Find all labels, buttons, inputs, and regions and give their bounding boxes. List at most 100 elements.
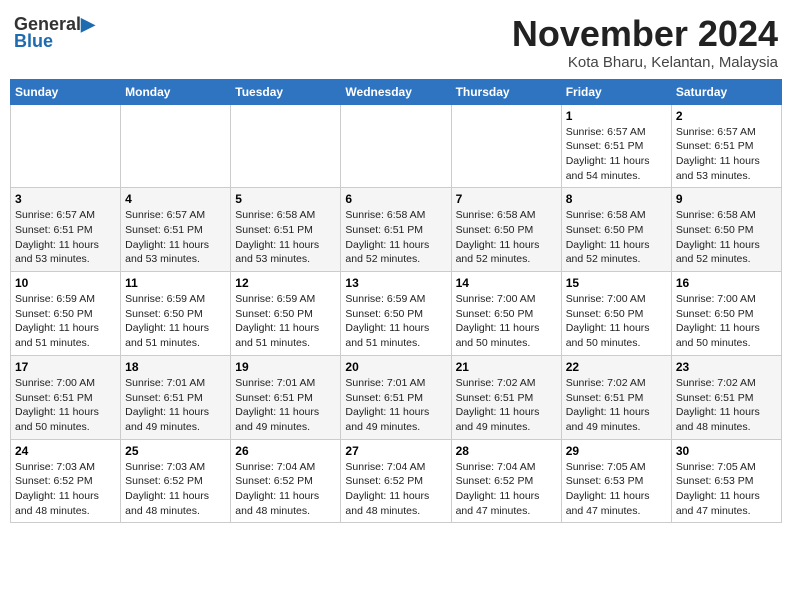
month-title: November 2024 (512, 14, 778, 54)
day-number: 19 (235, 360, 336, 374)
calendar-week-row: 24 Sunrise: 7:03 AM Sunset: 6:52 PM Dayli… (11, 439, 782, 523)
table-row: 12Sunrise: 6:59 AM Sunset: 6:50 PM Dayli… (231, 272, 341, 356)
header-tuesday: Tuesday (231, 79, 341, 104)
table-row (231, 104, 341, 188)
day-number: 24 (15, 444, 116, 458)
table-row: 23 Sunrise: 7:02 AM Sunset: 6:51 PM Dayli… (671, 355, 781, 439)
day-number: 20 (345, 360, 446, 374)
day-info: Sunrise: 7:00 AM Sunset: 6:51 PM Dayligh… (15, 376, 116, 435)
day-info: Sunrise: 7:05 AM Sunset: 6:53 PM Dayligh… (676, 460, 777, 519)
table-row: 29 Sunrise: 7:05 AM Sunset: 6:53 PM Dayli… (561, 439, 671, 523)
table-row: 6 Sunrise: 6:58 AM Sunset: 6:51 PM Daylig… (341, 188, 451, 272)
day-number: 12 (235, 276, 336, 290)
logo-blue-label: Blue (14, 31, 53, 52)
table-row: 11 Sunrise: 6:59 AM Sunset: 6:50 PM Dayli… (121, 272, 231, 356)
calendar-week-row: 3 Sunrise: 6:57 AM Sunset: 6:51 PM Daylig… (11, 188, 782, 272)
table-row: 2 Sunrise: 6:57 AM Sunset: 6:51 PM Daylig… (671, 104, 781, 188)
table-row: 30 Sunrise: 7:05 AM Sunset: 6:53 PM Dayli… (671, 439, 781, 523)
day-number: 22 (566, 360, 667, 374)
day-number: 11 (125, 276, 226, 290)
day-info: Sunrise: 7:04 AM Sunset: 6:52 PM Dayligh… (456, 460, 557, 519)
header-monday: Monday (121, 79, 231, 104)
day-info: Sunrise: 7:01 AM Sunset: 6:51 PM Dayligh… (125, 376, 226, 435)
day-info: Sunrise: 6:57 AM Sunset: 6:51 PM Dayligh… (566, 125, 667, 184)
day-number: 30 (676, 444, 777, 458)
calendar-week-row: 1 Sunrise: 6:57 AM Sunset: 6:51 PM Daylig… (11, 104, 782, 188)
day-info: Sunrise: 7:02 AM Sunset: 6:51 PM Dayligh… (456, 376, 557, 435)
header-saturday: Saturday (671, 79, 781, 104)
table-row: 4 Sunrise: 6:57 AM Sunset: 6:51 PM Daylig… (121, 188, 231, 272)
day-number: 2 (676, 109, 777, 123)
day-number: 23 (676, 360, 777, 374)
day-info: Sunrise: 6:57 AM Sunset: 6:51 PM Dayligh… (676, 125, 777, 184)
table-row: 20 Sunrise: 7:01 AM Sunset: 6:51 PM Dayli… (341, 355, 451, 439)
day-number: 1 (566, 109, 667, 123)
table-row: 13Sunrise: 6:59 AM Sunset: 6:50 PM Dayli… (341, 272, 451, 356)
day-number: 26 (235, 444, 336, 458)
table-row: 16Sunrise: 7:00 AM Sunset: 6:50 PM Dayli… (671, 272, 781, 356)
day-number: 29 (566, 444, 667, 458)
calendar-table: Sunday Monday Tuesday Wednesday Thursday… (10, 79, 782, 524)
day-info: Sunrise: 6:57 AM Sunset: 6:51 PM Dayligh… (15, 208, 116, 267)
day-info: Sunrise: 7:03 AM Sunset: 6:52 PM Dayligh… (125, 460, 226, 519)
day-number: 21 (456, 360, 557, 374)
table-row: 9 Sunrise: 6:58 AM Sunset: 6:50 PM Daylig… (671, 188, 781, 272)
day-number: 7 (456, 192, 557, 206)
day-info: Sunrise: 6:58 AM Sunset: 6:50 PM Dayligh… (676, 208, 777, 267)
calendar-week-row: 17 Sunrise: 7:00 AM Sunset: 6:51 PM Dayli… (11, 355, 782, 439)
header-wednesday: Wednesday (341, 79, 451, 104)
table-row: 15 Sunrise: 7:00 AM Sunset: 6:50 PM Dayli… (561, 272, 671, 356)
day-info: Sunrise: 7:03 AM Sunset: 6:52 PM Dayligh… (15, 460, 116, 519)
day-info: Sunrise: 7:02 AM Sunset: 6:51 PM Dayligh… (676, 376, 777, 435)
logo: General▶ Blue (14, 14, 95, 52)
day-number: 27 (345, 444, 446, 458)
table-row: 22 Sunrise: 7:02 AM Sunset: 6:51 PM Dayli… (561, 355, 671, 439)
day-number: 25 (125, 444, 226, 458)
table-row: 14Sunrise: 7:00 AM Sunset: 6:50 PM Dayli… (451, 272, 561, 356)
day-number: 3 (15, 192, 116, 206)
day-info: Sunrise: 7:04 AM Sunset: 6:52 PM Dayligh… (235, 460, 336, 519)
day-info: Sunrise: 6:58 AM Sunset: 6:51 PM Dayligh… (345, 208, 446, 267)
day-info: Sunrise: 7:01 AM Sunset: 6:51 PM Dayligh… (345, 376, 446, 435)
table-row: 19 Sunrise: 7:01 AM Sunset: 6:51 PM Dayli… (231, 355, 341, 439)
day-number: 8 (566, 192, 667, 206)
day-info: Sunrise: 7:02 AM Sunset: 6:51 PM Dayligh… (566, 376, 667, 435)
day-number: 13 (345, 276, 446, 290)
day-number: 14 (456, 276, 557, 290)
day-number: 9 (676, 192, 777, 206)
day-info: Sunrise: 6:57 AM Sunset: 6:51 PM Dayligh… (125, 208, 226, 267)
day-number: 16 (676, 276, 777, 290)
table-row: 27 Sunrise: 7:04 AM Sunset: 6:52 PM Dayli… (341, 439, 451, 523)
day-number: 17 (15, 360, 116, 374)
day-number: 6 (345, 192, 446, 206)
day-info: Sunrise: 7:04 AM Sunset: 6:52 PM Dayligh… (345, 460, 446, 519)
day-number: 15 (566, 276, 667, 290)
table-row: 18 Sunrise: 7:01 AM Sunset: 6:51 PM Dayli… (121, 355, 231, 439)
header-thursday: Thursday (451, 79, 561, 104)
table-row: 25 Sunrise: 7:03 AM Sunset: 6:52 PM Dayli… (121, 439, 231, 523)
table-row: 1 Sunrise: 6:57 AM Sunset: 6:51 PM Daylig… (561, 104, 671, 188)
table-row (121, 104, 231, 188)
table-row: 8Sunrise: 6:58 AM Sunset: 6:50 PM Daylig… (561, 188, 671, 272)
header-friday: Friday (561, 79, 671, 104)
day-info: Sunrise: 7:00 AM Sunset: 6:50 PM Dayligh… (566, 292, 667, 351)
header-sunday: Sunday (11, 79, 121, 104)
day-info: Sunrise: 6:59 AM Sunset: 6:50 PM Dayligh… (15, 292, 116, 351)
day-number: 10 (15, 276, 116, 290)
location-subtitle: Kota Bharu, Kelantan, Malaysia (512, 54, 778, 71)
day-number: 5 (235, 192, 336, 206)
table-row: 17 Sunrise: 7:00 AM Sunset: 6:51 PM Dayli… (11, 355, 121, 439)
day-info: Sunrise: 6:58 AM Sunset: 6:50 PM Dayligh… (456, 208, 557, 267)
day-info: Sunrise: 7:01 AM Sunset: 6:51 PM Dayligh… (235, 376, 336, 435)
day-number: 18 (125, 360, 226, 374)
day-info: Sunrise: 6:59 AM Sunset: 6:50 PM Dayligh… (125, 292, 226, 351)
table-row (341, 104, 451, 188)
day-info: Sunrise: 6:58 AM Sunset: 6:51 PM Dayligh… (235, 208, 336, 267)
day-number: 4 (125, 192, 226, 206)
table-row: 28Sunrise: 7:04 AM Sunset: 6:52 PM Dayli… (451, 439, 561, 523)
table-row (11, 104, 121, 188)
table-row: 24 Sunrise: 7:03 AM Sunset: 6:52 PM Dayli… (11, 439, 121, 523)
table-row: 10 Sunrise: 6:59 AM Sunset: 6:50 PM Dayli… (11, 272, 121, 356)
table-row: 3 Sunrise: 6:57 AM Sunset: 6:51 PM Daylig… (11, 188, 121, 272)
day-info: Sunrise: 7:05 AM Sunset: 6:53 PM Dayligh… (566, 460, 667, 519)
